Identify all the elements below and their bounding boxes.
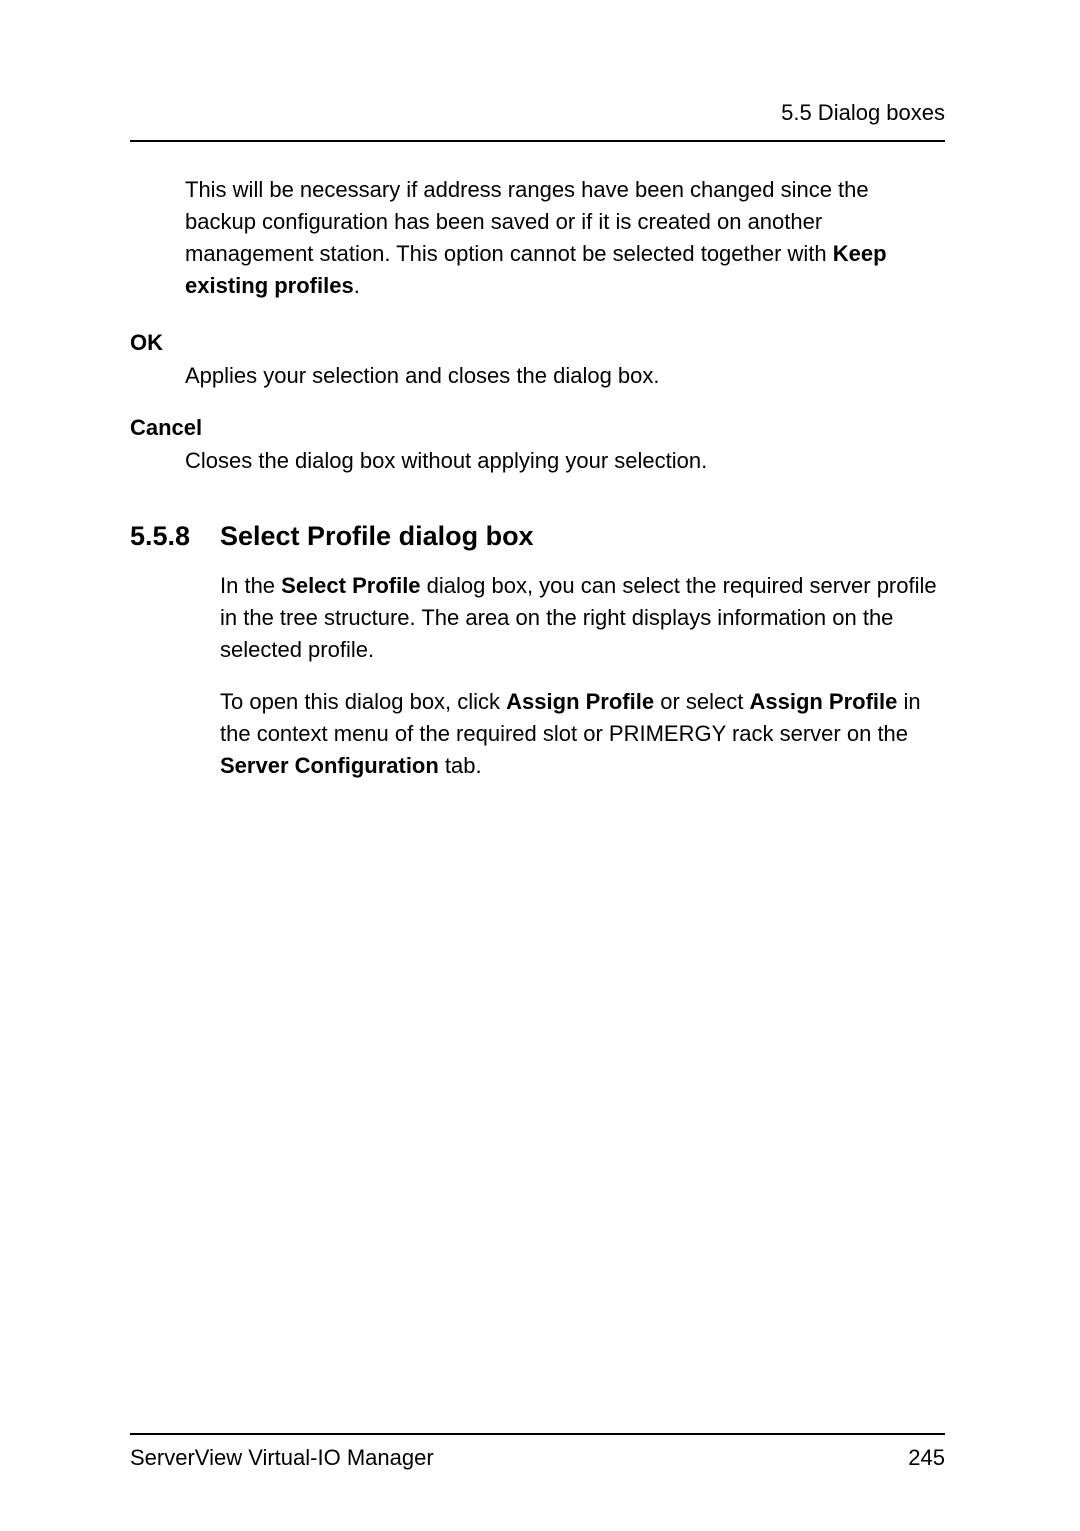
p2-bold-2: Assign Profile	[749, 689, 897, 714]
p2-bold-1: Assign Profile	[506, 689, 654, 714]
definition-desc-ok: Applies your selection and closes the di…	[185, 360, 945, 392]
section-title: Select Profile dialog box	[220, 521, 534, 552]
p2-bold-3: Server Configuration	[220, 753, 439, 778]
definition-term-ok: OK	[130, 330, 945, 356]
section-paragraph-2: To open this dialog box, click Assign Pr…	[220, 686, 945, 782]
header-section-label: 5.5 Dialog boxes	[781, 100, 945, 125]
continuation-text-1: This will be necessary if address ranges…	[185, 177, 869, 266]
running-header: 5.5 Dialog boxes	[130, 100, 945, 142]
p1-text-1: In the	[220, 573, 281, 598]
footer-page-number: 245	[908, 1445, 945, 1471]
continuation-text-2: .	[354, 273, 360, 298]
page-container: 5.5 Dialog boxes This will be necessary …	[0, 0, 1080, 1531]
section-heading: 5.5.8 Select Profile dialog box	[130, 521, 945, 552]
definition-cancel: Cancel Closes the dialog box without app…	[130, 415, 945, 477]
footer-title: ServerView Virtual-IO Manager	[130, 1445, 434, 1471]
definition-term-cancel: Cancel	[130, 415, 945, 441]
continuation-paragraph: This will be necessary if address ranges…	[185, 174, 945, 302]
section-number: 5.5.8	[130, 521, 220, 552]
body-content: This will be necessary if address ranges…	[130, 174, 945, 1433]
paragraph-text: This will be necessary if address ranges…	[185, 174, 945, 302]
p2-text-1: To open this dialog box, click	[220, 689, 506, 714]
p2-text-2: or select	[654, 689, 749, 714]
definition-ok: OK Applies your selection and closes the…	[130, 330, 945, 392]
p2-text-4: tab.	[439, 753, 482, 778]
section-paragraph-1: In the Select Profile dialog box, you ca…	[220, 570, 945, 666]
p1-bold-1: Select Profile	[281, 573, 420, 598]
page-footer: ServerView Virtual-IO Manager 245	[130, 1433, 945, 1471]
section-body: In the Select Profile dialog box, you ca…	[220, 570, 945, 781]
definition-desc-cancel: Closes the dialog box without applying y…	[185, 445, 945, 477]
